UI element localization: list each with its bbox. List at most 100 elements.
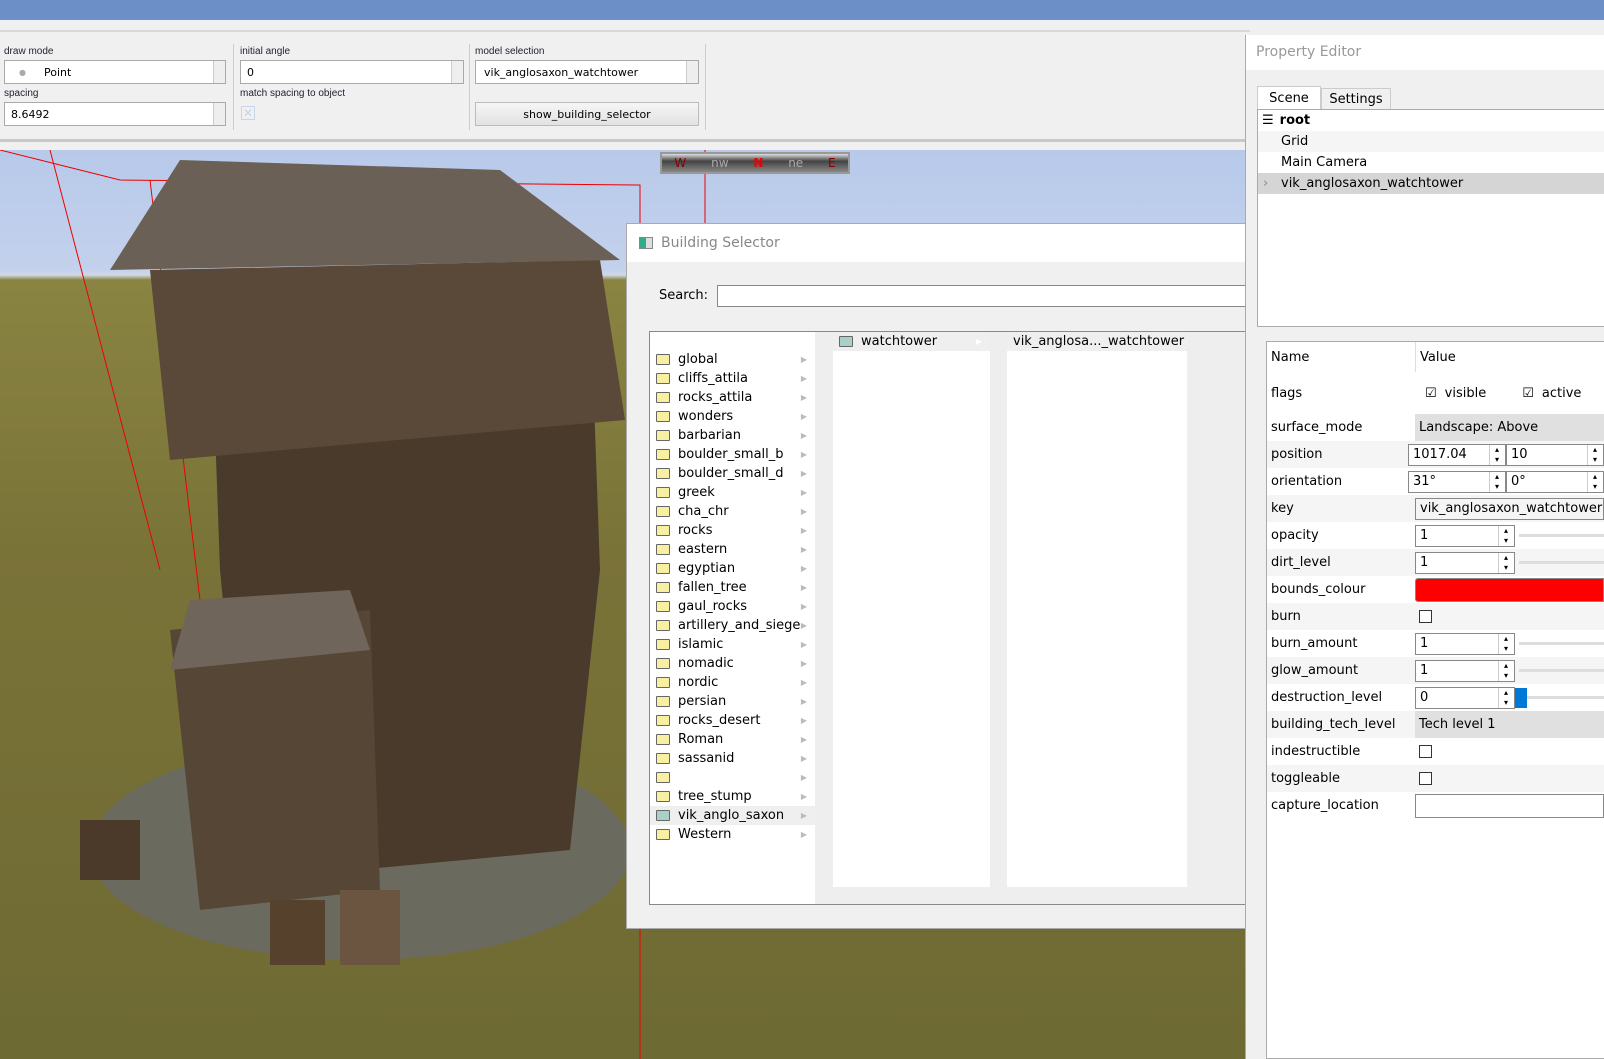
tree-root[interactable]: ☰ root [1258,110,1604,131]
position-y-spinbox[interactable]: 10 [1506,443,1604,466]
chevron-right-icon: ▶ [800,526,807,535]
category-item[interactable]: egyptian ▶ [650,559,815,578]
category-item[interactable]: nomadic ▶ [650,654,815,673]
category-item[interactable]: nordic ▶ [650,673,815,692]
bounds-colour-swatch[interactable] [1415,577,1604,602]
folder-icon [656,411,670,422]
dialog-title-bar[interactable]: Building Selector [627,224,1245,262]
category-item[interactable]: eastern ▶ [650,540,815,559]
spacing-input[interactable]: 8.6492 [4,102,226,126]
tree-item-grid[interactable]: Grid [1258,131,1604,152]
category-list[interactable]: global ▶ cliffs_attila ▶ rocks_attila ▶ wonder… [650,332,815,904]
search-input[interactable] [717,285,1257,307]
burn-amount-spinbox[interactable]: 1 [1415,632,1515,655]
opacity-slider[interactable] [1519,534,1604,537]
folder-icon [656,829,670,840]
toggleable-checkbox[interactable] [1419,772,1432,785]
glow-amount-slider[interactable] [1519,669,1604,672]
category-item[interactable]: greek ▶ [650,483,815,502]
chevron-right-icon: ▶ [800,716,807,725]
visible-checkbox[interactable]: ☑ [1425,386,1437,401]
category-item[interactable]: Western ▶ [650,825,815,844]
dropdown-icon[interactable] [213,61,225,83]
category-item[interactable]: artillery_and_siege ▶ [650,616,815,635]
category-item[interactable]: sassanid ▶ [650,749,815,768]
indestructible-checkbox[interactable] [1419,745,1432,758]
spin-icon[interactable] [451,61,463,83]
model-list[interactable]: vik_anglosa..._watchtower [1007,332,1187,887]
tab-settings[interactable]: Settings [1321,88,1391,110]
chevron-right-icon: ▶ [800,545,807,554]
folder-icon [656,373,670,384]
category-item[interactable]: tree_stump ▶ [650,787,815,806]
category-item[interactable]: boulder_small_d ▶ [650,464,815,483]
category-item[interactable]: rocks_attila ▶ [650,388,815,407]
destruction-level-slider-handle[interactable] [1515,687,1527,708]
opacity-spinbox[interactable]: 1 [1415,524,1515,547]
glow-amount-spinbox[interactable]: 1 [1415,659,1515,682]
subcategory-list[interactable]: watchtower ▶ [833,332,990,887]
destruction-level-spinbox[interactable]: 0 [1415,686,1515,709]
position-x-spinbox[interactable]: 1017.04 [1408,443,1506,466]
scene-tree[interactable]: ☰ root Grid Main Camera › vik_anglosaxon_w… [1257,109,1604,327]
burn-amount-slider[interactable] [1519,642,1604,645]
folder-icon [656,563,670,574]
active-checkbox[interactable]: ☑ [1522,386,1534,401]
capture-location-input[interactable] [1415,793,1604,818]
chevron-right-icon[interactable]: › [1263,176,1268,191]
category-item[interactable]: Roman ▶ [650,730,815,749]
scrollbar[interactable] [991,332,1007,904]
folder-icon [656,658,670,669]
show-building-selector-button[interactable]: show_building_selector [475,102,699,126]
category-item[interactable]: persian ▶ [650,692,815,711]
category-item[interactable]: global ▶ [650,350,815,369]
category-item[interactable]: cha_chr ▶ [650,502,815,521]
property-label: dirt_level [1271,555,1331,570]
orientation-x-spinbox[interactable]: 31° [1408,470,1506,493]
chevron-right-icon: ▶ [800,450,807,459]
property-capture-location: capture_location [1267,792,1604,819]
orientation-y-spinbox[interactable]: 0° [1506,470,1604,493]
category-item[interactable]: islamic ▶ [650,635,815,654]
category-item[interactable]: rocks_desert ▶ [650,711,815,730]
tree-item-watchtower[interactable]: › vik_anglosaxon_watchtower [1258,173,1604,194]
property-orientation: orientation 31°0° [1267,468,1604,495]
category-item[interactable]: barbarian ▶ [650,426,815,445]
item-label: boulder_small_b [678,447,784,462]
destruction-level-slider[interactable] [1527,696,1604,699]
initial-angle-value: 0 [247,65,254,79]
model-selection-select[interactable]: vik_anglosaxon_watchtower [475,60,699,84]
category-item[interactable]: gaul_rocks ▶ [650,597,815,616]
item-label: boulder_small_d [678,466,784,481]
spin-icon[interactable] [213,103,225,125]
tree-item-main-camera[interactable]: Main Camera [1258,152,1604,173]
chevron-right-icon: ▶ [975,337,982,346]
list-item[interactable]: watchtower ▶ [833,332,990,351]
category-item[interactable]: vik_anglo_saxon ▶ [650,806,815,825]
folder-icon [656,715,670,726]
category-item[interactable]: ▶ [650,768,815,787]
key-input[interactable]: vik_anglosaxon_watchtower [1415,497,1604,520]
dirt-level-slider[interactable] [1519,561,1604,564]
property-editor-panel: Property Editor Scene Settings ☰ root Gri… [1245,35,1604,1059]
folder-icon [656,734,670,745]
category-item[interactable]: fallen_tree ▶ [650,578,815,597]
list-item[interactable]: vik_anglosa..._watchtower [1007,332,1187,351]
item-label: vik_anglo_saxon [678,808,785,823]
burn-checkbox[interactable] [1419,610,1432,623]
tech-level-select[interactable]: Tech level 1 [1415,711,1604,738]
dropdown-icon[interactable] [686,61,698,83]
draw-mode-select[interactable]: ● Point [4,60,226,84]
category-item[interactable]: rocks ▶ [650,521,815,540]
scrollbar[interactable] [816,332,832,904]
dirt-level-spinbox[interactable]: 1 [1415,551,1515,574]
tab-scene[interactable]: Scene [1257,86,1321,110]
initial-angle-input[interactable]: 0 [240,60,464,84]
category-item[interactable]: boulder_small_b ▶ [650,445,815,464]
match-spacing-checkbox[interactable]: ✕ [241,106,255,120]
folder-icon [656,696,670,707]
property-label: building_tech_level [1271,717,1396,732]
category-item[interactable]: cliffs_attila ▶ [650,369,815,388]
category-item[interactable]: wonders ▶ [650,407,815,426]
surface-mode-select[interactable]: Landscape: Above [1415,414,1604,441]
